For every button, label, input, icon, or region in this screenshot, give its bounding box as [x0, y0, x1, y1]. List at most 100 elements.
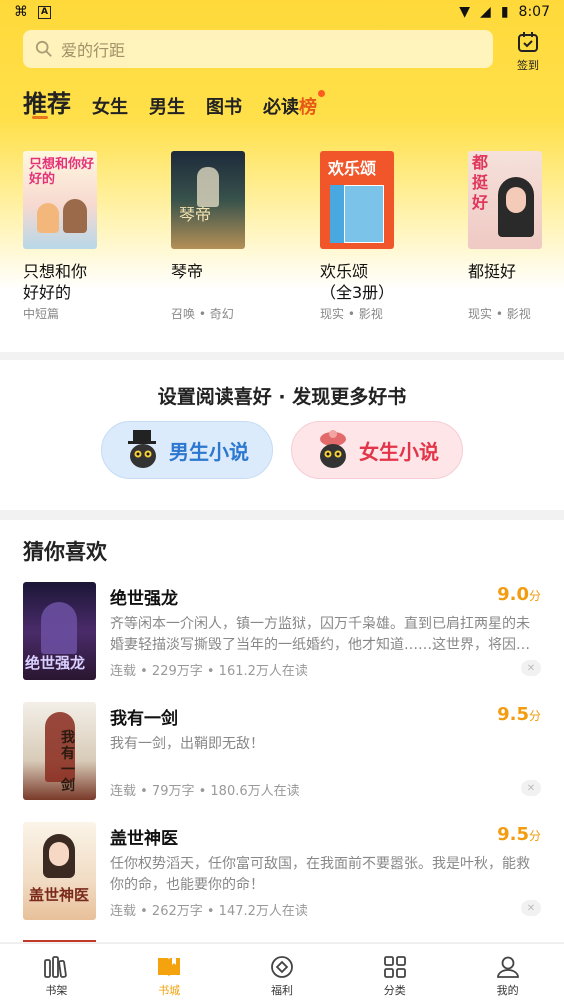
list-item[interactable]: 盖世神医 盖世神医 9.5分 任你权势滔天，任你富可敌国，在我面前不要嚣张。我是…: [23, 822, 543, 922]
search-placeholder: 爱的行距: [61, 41, 126, 60]
female-novel-button[interactable]: 女生小说: [291, 421, 463, 479]
bottom-navigation: 书架 书城 福利 分类 我的: [0, 943, 564, 1002]
featured-book[interactable]: 欢乐颂 欢乐颂 （全3册）: [320, 151, 430, 303]
nav-profile[interactable]: 我的: [451, 944, 564, 1002]
book-meta: 连载 • 262万字 • 147.2万人在读: [110, 904, 308, 919]
nav-bookshelf[interactable]: 书架: [0, 944, 113, 1002]
book-cover: 我有一剑: [23, 702, 96, 800]
book-title: 我有一剑: [110, 709, 178, 729]
search-icon: [35, 40, 52, 57]
tab-books[interactable]: 图书: [206, 93, 242, 119]
book-title: 盖世神医: [110, 829, 178, 849]
score: 9.5分: [497, 824, 541, 845]
female-novel-label: 女生小说: [359, 439, 439, 464]
score-unit: 分: [528, 829, 541, 843]
a-notification-icon: A: [38, 5, 51, 19]
book-cover: 琴帝: [171, 151, 245, 249]
list-item[interactable]: 我有一剑 我有一剑 9.5分 我有一剑，出鞘即无敌！ 连载 • 79万字 • 1…: [23, 702, 543, 802]
list-item[interactable]: 绝世强龙 绝世强龙 9.0分 齐等闲本一介闲人，镇一方监狱，囚万千枭雄。直到已肩…: [23, 582, 543, 682]
featured-book[interactable]: 都挺好 都挺好: [468, 151, 564, 282]
wifi-icon: ▼: [459, 4, 471, 20]
search-bar[interactable]: 爱的行距: [23, 30, 493, 68]
male-cat-mascot-icon: [128, 430, 156, 468]
new-badge-dot: [318, 90, 325, 97]
bookstore-icon: [158, 958, 181, 977]
profile-icon: [496, 956, 519, 978]
category-tabs: 推荐 女生 男生 图书 必读榜: [23, 84, 338, 119]
nav-label: 我的: [496, 984, 519, 997]
tab-label: 图书: [206, 97, 242, 118]
next-book-cover-peek: [23, 940, 96, 942]
cover-title-text: 绝世强龙: [25, 654, 86, 672]
welfare-icon: [271, 956, 293, 978]
score-unit: 分: [528, 589, 541, 603]
book-description: 我有一剑，出鞘即无敌！: [110, 736, 264, 752]
book-description: 齐等闲本一介闲人，镇一方监狱，囚万千枭雄。直到已肩扛两星的未婚妻轻描淡写撕毁了当…: [110, 616, 530, 653]
reading-preference-card: 设置阅读喜好 · 发现更多好书 男生小说 女生小说: [0, 360, 564, 510]
book-meta: 连载 • 79万字 • 180.6万人在读: [110, 784, 300, 799]
book-title: 只想和你 好好的: [23, 262, 88, 302]
close-icon[interactable]: ✕: [521, 660, 541, 676]
bookshelf-icon: [44, 956, 68, 978]
book-title: 绝世强龙: [110, 589, 178, 609]
nav-label: 书架: [45, 984, 68, 997]
close-icon[interactable]: ✕: [521, 900, 541, 916]
tab-female[interactable]: 女生: [92, 93, 128, 119]
battery-icon: ▮: [500, 4, 509, 20]
female-cat-mascot-icon: [320, 430, 346, 468]
nav-label: 书城: [158, 984, 181, 997]
tab-male[interactable]: 男生: [149, 93, 185, 119]
book-title: 都挺好: [468, 262, 517, 281]
book-cover: 欢乐颂: [320, 151, 394, 249]
cover-title-text: 都挺好: [472, 153, 489, 212]
nav-category[interactable]: 分类: [338, 944, 451, 1002]
male-novel-button[interactable]: 男生小说: [101, 421, 273, 479]
book-meta: 中短篇: [23, 307, 60, 321]
book-meta: 召唤 • 奇幻: [171, 307, 234, 321]
cover-title-text: 我有一剑: [61, 730, 75, 794]
signin-button[interactable]: 签到: [508, 30, 548, 73]
featured-book[interactable]: 琴帝 琴帝: [171, 151, 281, 282]
score: 9.0分: [497, 584, 541, 605]
tab-label-highlight: 榜: [299, 97, 317, 118]
book-meta: 连载 • 229万字 • 161.2万人在读: [110, 664, 308, 679]
book-cover: 只想和你好好的: [23, 151, 97, 249]
book-title: 欢乐颂 （全3册）: [320, 262, 395, 302]
category-icon: [383, 956, 406, 978]
tab-label: 男生: [149, 97, 185, 118]
calendar-check-icon: [518, 32, 538, 52]
nav-bookstore[interactable]: 书城: [113, 944, 226, 1002]
book-cover: 都挺好: [468, 151, 542, 249]
score-unit: 分: [528, 709, 541, 723]
preference-heading: 设置阅读喜好 · 发现更多好书: [157, 386, 407, 408]
cover-title-text: 琴帝: [179, 205, 212, 224]
tab-label: 必读: [263, 97, 299, 118]
nav-label: 分类: [383, 984, 406, 997]
tab-recommend[interactable]: 推荐: [23, 84, 71, 119]
score: 9.5分: [497, 704, 541, 725]
guess-you-like-section: 猜你喜欢 绝世强龙 绝世强龙 9.0分 齐等闲本一介闲人，镇一方监狱，囚万千枭雄…: [0, 520, 564, 942]
status-bar: ⌘ A ▼ ◢ ▮ 8:07: [0, 0, 564, 24]
score-value: 9.5: [497, 824, 529, 845]
app-notification-icon: ⌘: [14, 4, 28, 20]
score-value: 9.0: [497, 584, 529, 605]
cover-title-text: 欢乐颂: [328, 159, 377, 178]
cover-title-text: 盖世神医: [29, 886, 90, 904]
book-meta: 现实 • 影视: [468, 307, 531, 321]
book-cover: 盖世神医: [23, 822, 96, 920]
nav-welfare[interactable]: 福利: [226, 944, 339, 1002]
signal-icon: ◢: [480, 4, 491, 20]
section-heading: 猜你喜欢: [23, 539, 107, 564]
score-value: 9.5: [497, 704, 529, 725]
featured-book[interactable]: 只想和你好好的 只想和你 好好的: [23, 151, 133, 303]
male-novel-label: 男生小说: [169, 439, 249, 464]
book-meta: 现实 • 影视: [320, 307, 383, 321]
tab-must-read[interactable]: 必读榜: [263, 90, 325, 119]
tab-label: 女生: [92, 97, 128, 118]
close-icon[interactable]: ✕: [521, 780, 541, 796]
cover-title-text: 只想和你好好的: [29, 157, 95, 187]
book-description: 任你权势滔天，任你富可敌国，在我面前不要嚣张。我是叶秋，能救你的命，也能要你的命…: [110, 856, 530, 893]
signin-label: 签到: [517, 59, 539, 72]
clock: 8:07: [518, 4, 550, 20]
book-cover: 绝世强龙: [23, 582, 96, 680]
